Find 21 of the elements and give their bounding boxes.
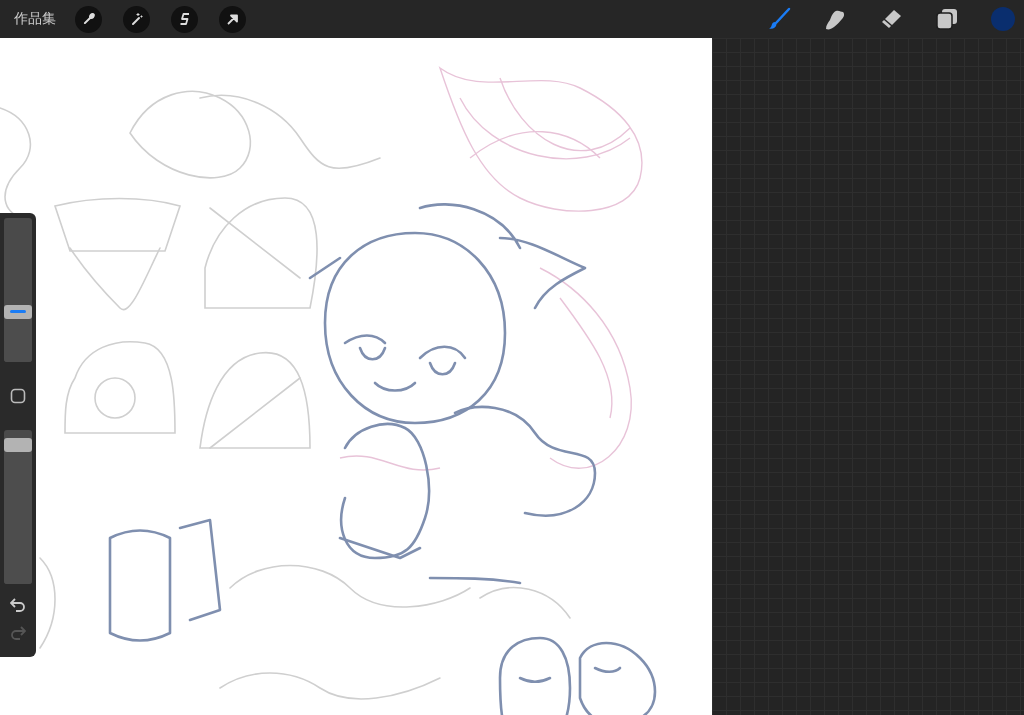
slider-thumb[interactable] [4,304,32,319]
wand-button[interactable] [123,5,150,33]
square-icon [10,388,26,404]
undo-icon [10,598,26,612]
modify-button[interactable] [10,388,26,404]
transform-button[interactable] [219,5,246,33]
brush-icon [767,7,791,31]
layers-tool[interactable] [936,8,958,30]
undo-button[interactable] [10,598,26,612]
gallery-button[interactable]: 作品集 [14,10,64,28]
arrow-icon [226,12,239,26]
layers-icon [936,8,958,30]
brush-tool[interactable] [767,7,791,31]
wrench-button[interactable] [75,5,102,33]
brush-size-slider[interactable] [4,218,32,362]
slider-thumb[interactable] [4,438,32,453]
color-swatch[interactable] [991,7,1015,31]
redo-icon [10,626,26,640]
s-curve-icon [178,12,191,26]
selection-button[interactable] [171,5,198,33]
magic-wand-icon [129,12,144,26]
